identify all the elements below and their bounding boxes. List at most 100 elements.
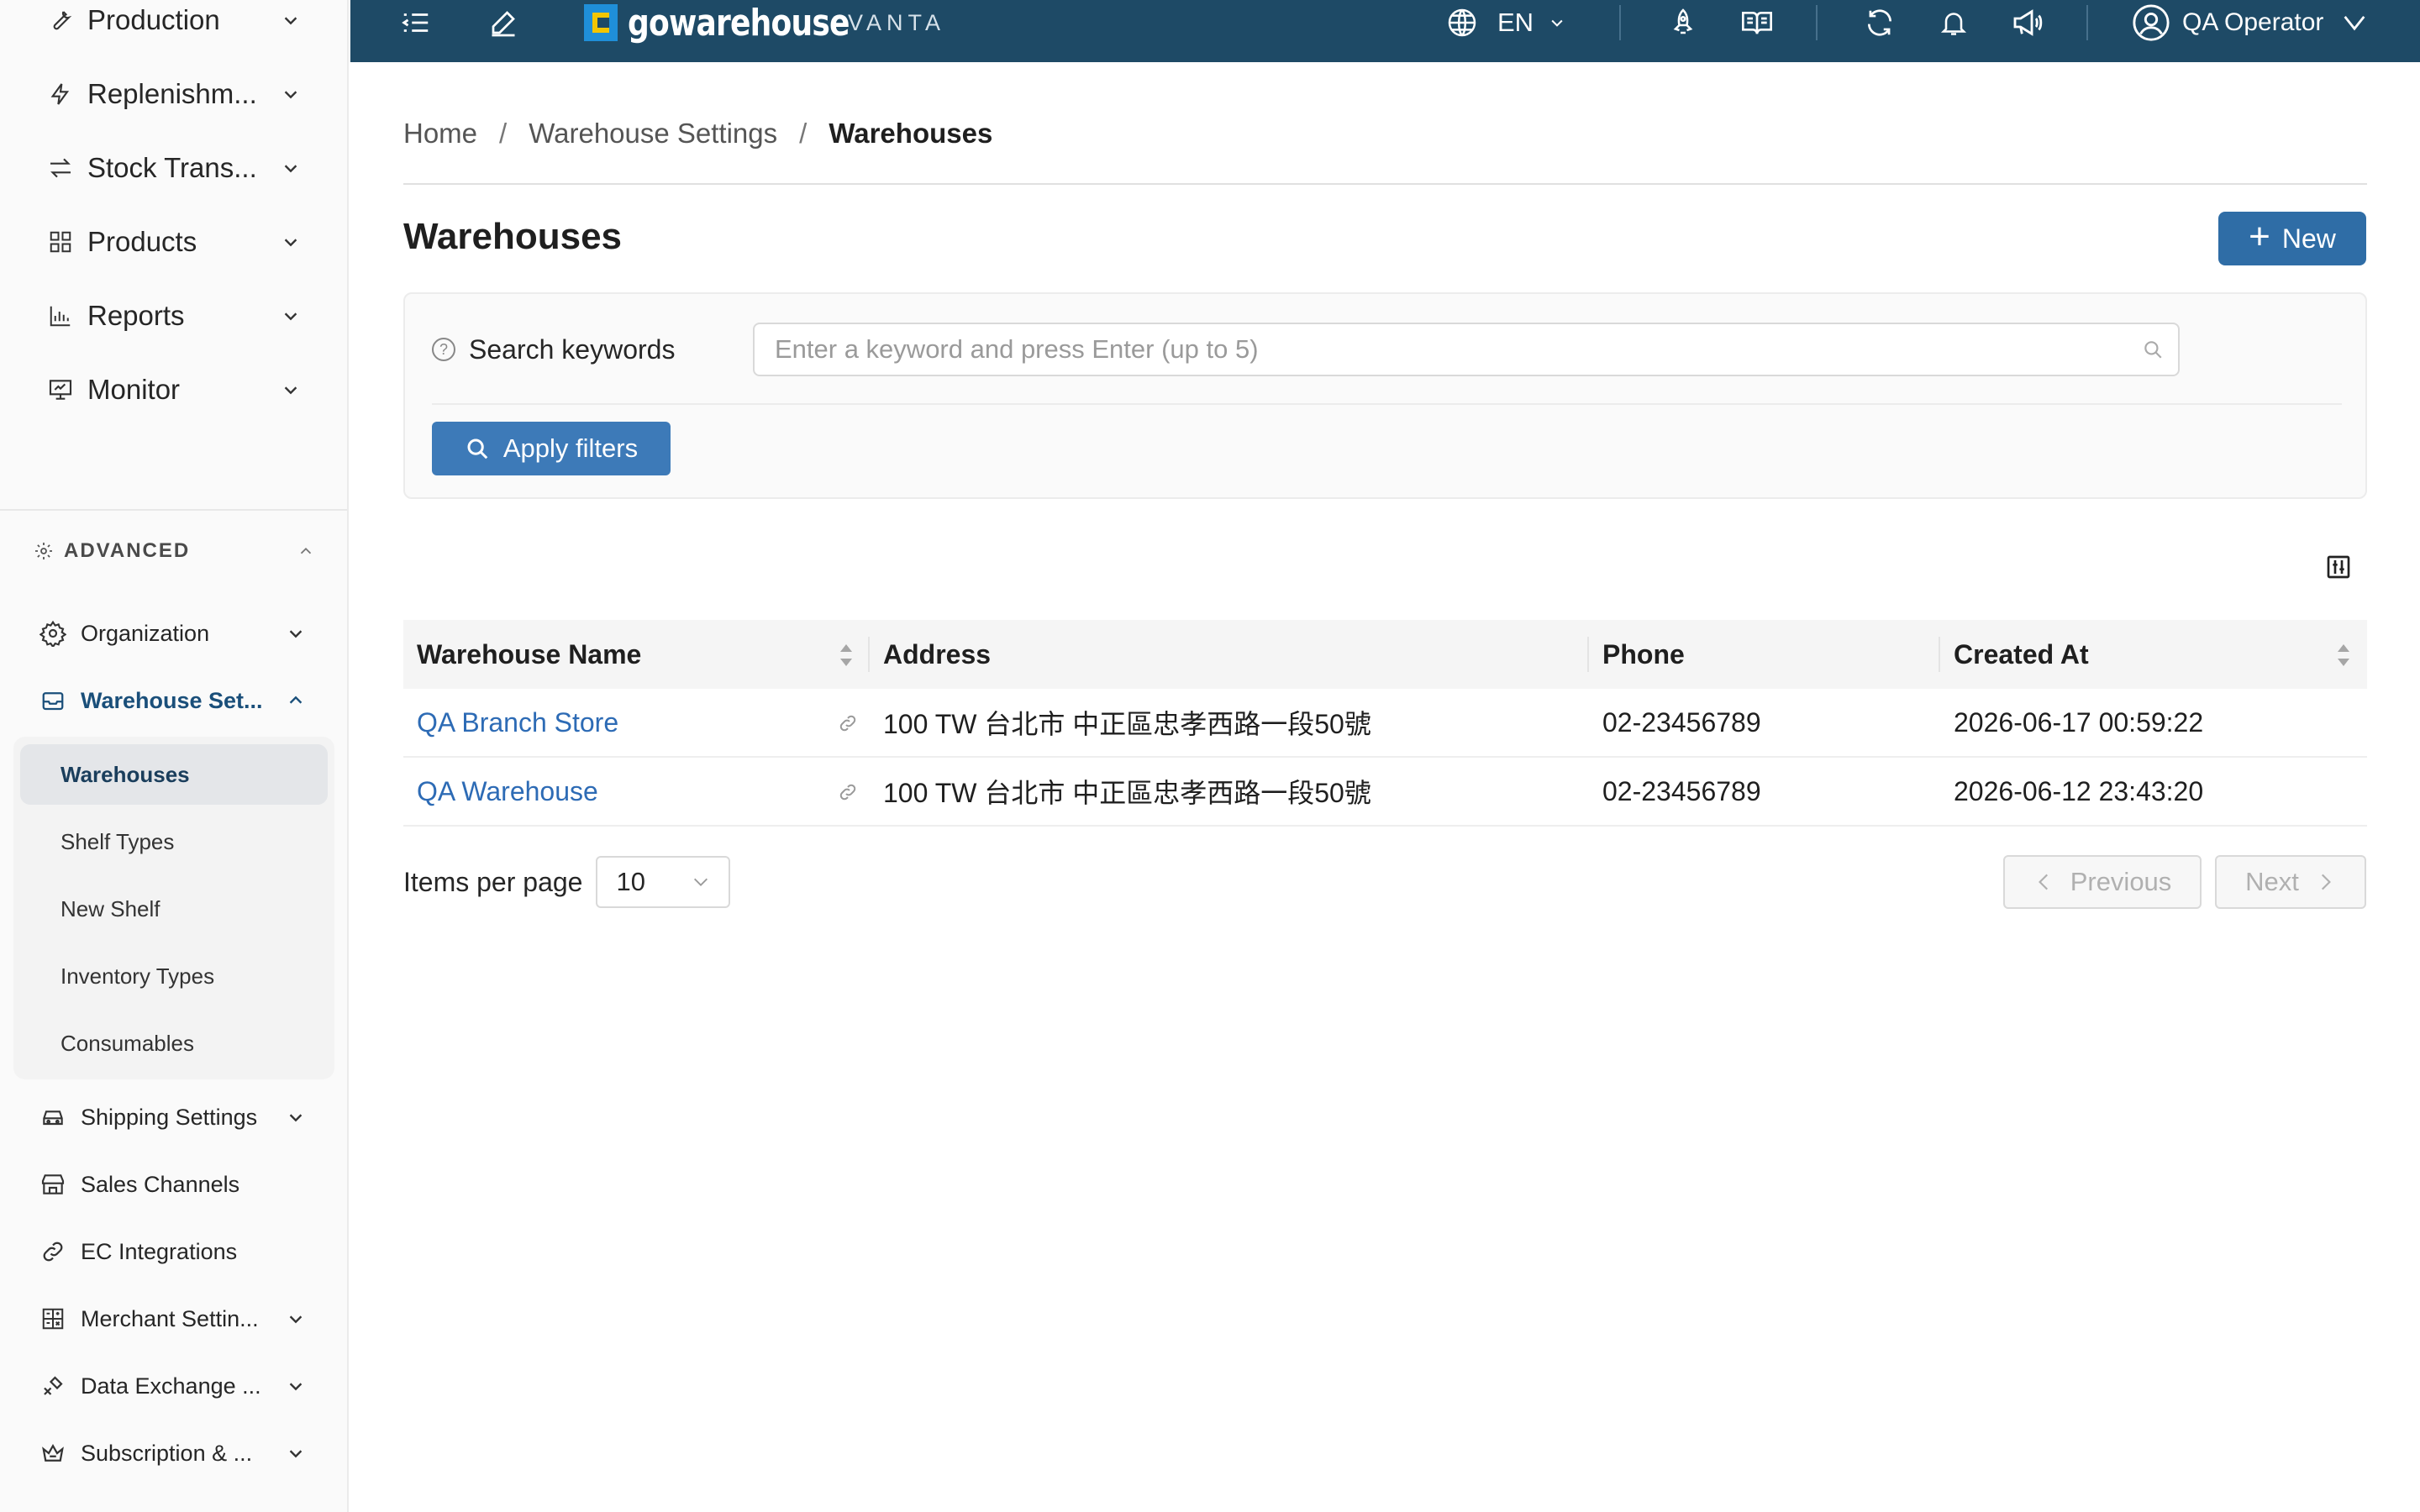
new-warehouse-button[interactable]: + New (2218, 212, 2366, 265)
link-icon (39, 1237, 67, 1266)
chevron-down-icon (279, 304, 302, 328)
user-name: QA Operator (2182, 8, 2324, 36)
transfer-icon (45, 153, 76, 183)
chevron-up-icon (294, 539, 318, 563)
announcement-icon[interactable] (2007, 0, 2048, 45)
sidebar-subitem-inventory-types[interactable]: Inventory Types (60, 951, 313, 1001)
edit-icon[interactable] (485, 0, 522, 45)
sidebar-item-reports[interactable]: Reports (45, 291, 302, 341)
chevron-up-icon (284, 689, 308, 712)
sidebar-item-label: Subscription & ... (81, 1440, 253, 1466)
sidebar-item-subscription[interactable]: Subscription & ... (39, 1430, 308, 1477)
search-icon[interactable] (2128, 324, 2178, 375)
rocket-icon[interactable] (1665, 0, 1702, 45)
bell-icon[interactable] (1935, 0, 1972, 45)
cell-phone: 02-23456789 (1602, 775, 1761, 806)
sidebar-subitem-shelf-types[interactable]: Shelf Types (60, 816, 313, 867)
apply-filters-button[interactable]: Apply filters (432, 422, 671, 475)
user-menu[interactable]: QA Operator (2132, 0, 2369, 45)
sidebar-subitem-new-shelf[interactable]: New Shelf (60, 884, 313, 934)
sidebar-item-label: Production (87, 4, 220, 35)
search-input[interactable] (755, 324, 2128, 375)
sort-icon[interactable] (838, 641, 855, 669)
chevron-down-icon (279, 378, 302, 402)
toolbar-separator (2086, 5, 2088, 40)
breadcrumb-current: Warehouses (829, 118, 993, 149)
app-logo[interactable]: gowarehouse VANTA (584, 0, 945, 45)
table-header: Warehouse Name Address Phone Created At (403, 620, 2367, 689)
sidebar-item-label: Merchant Settin... (81, 1305, 259, 1331)
sidebar-subitem-warehouses[interactable]: Warehouses (20, 744, 328, 805)
chevron-down-icon (284, 1441, 308, 1465)
previous-page-button[interactable]: Previous (2003, 855, 2202, 909)
warehouse-name-link[interactable]: QA Branch Store (417, 707, 618, 738)
next-label: Next (2245, 867, 2299, 896)
language-selector[interactable]: EN (1445, 0, 1565, 45)
refresh-icon[interactable] (1861, 0, 1898, 45)
sidebar-item-label: Reports (87, 300, 185, 331)
book-icon[interactable] (1737, 0, 1777, 45)
sidebar: Production Replenishm... Stock Trans... … (0, 0, 349, 1512)
sidebar-item-ec-integrations[interactable]: EC Integrations (39, 1228, 308, 1275)
apply-filters-label: Apply filters (502, 433, 639, 463)
sidebar-item-products[interactable]: Products (45, 217, 302, 267)
next-page-button[interactable]: Next (2215, 855, 2366, 909)
sidebar-item-label: Sales Channels (81, 1171, 240, 1197)
sidebar-item-shipping-settings[interactable]: Shipping Settings (39, 1094, 308, 1141)
link-icon[interactable] (838, 782, 858, 802)
sidebar-subitem-label: Consumables (60, 1030, 194, 1056)
chevron-down-icon (284, 1105, 308, 1129)
sidebar-item-production[interactable]: Production (45, 0, 302, 45)
page-size-control: Items per page 10 (403, 855, 731, 909)
column-header-label: Phone (1602, 638, 1685, 669)
chevron-down-icon (279, 82, 302, 106)
filter-panel: ? Search keywords Apply filters (403, 292, 2367, 499)
menu-fold-icon[interactable] (397, 0, 434, 45)
chevron-right-icon (2321, 874, 2331, 890)
sidebar-item-organization[interactable]: Organization (39, 610, 308, 657)
breadcrumb-warehouse-settings[interactable]: Warehouse Settings (529, 118, 777, 150)
header-divider (403, 183, 2367, 185)
cell-warehouse-name: QA Branch Store (403, 688, 870, 757)
table-row: QA Branch Store 100 TW 台北市 中正區忠孝西路一段50號 … (403, 689, 2367, 758)
page-size-select[interactable]: 10 (596, 856, 731, 908)
chevron-down-icon (279, 8, 302, 32)
sidebar-item-sales-channels[interactable]: Sales Channels (39, 1161, 308, 1208)
sidebar-item-replenishment[interactable]: Replenishm... (45, 69, 302, 119)
api-icon (39, 1372, 67, 1400)
sidebar-divider (0, 509, 347, 511)
logo-text: gowarehouse (628, 1, 850, 45)
sidebar-item-data-exchange[interactable]: Data Exchange ... (39, 1362, 308, 1410)
cell-created-at: 2026-06-17 00:59:22 (1954, 706, 2204, 738)
gear-icon (32, 539, 55, 563)
page-title: Warehouses (403, 216, 623, 257)
sort-icon[interactable] (2335, 641, 2352, 669)
warehouses-table: Warehouse Name Address Phone Created At … (403, 620, 2367, 827)
crown-icon (39, 1439, 67, 1467)
column-header-created-at[interactable]: Created At (1940, 620, 2367, 689)
link-icon[interactable] (838, 713, 858, 733)
sidebar-subitem-consumables[interactable]: Consumables (60, 1018, 313, 1068)
advanced-section-toggle[interactable]: ADVANCED (32, 533, 318, 570)
column-header-name[interactable]: Warehouse Name (403, 620, 870, 689)
breadcrumb-home[interactable]: Home (403, 118, 477, 150)
chevron-down-icon (1549, 14, 1565, 31)
chevron-down-icon (284, 622, 308, 645)
sidebar-item-monitor[interactable]: Monitor (45, 365, 302, 415)
breadcrumb: Home / Warehouse Settings / Warehouses (403, 118, 992, 150)
question-circle-icon[interactable]: ? (432, 338, 455, 361)
plus-icon: + (2249, 216, 2270, 257)
sidebar-item-label: Warehouse Set... (81, 687, 263, 713)
cell-phone: 02-23456789 (1602, 706, 1761, 738)
sidebar-item-merchant-settings[interactable]: Merchant Settin... (39, 1295, 308, 1342)
warehouse-name-link[interactable]: QA Warehouse (417, 776, 598, 807)
cell-address: 100 TW 台北市 中正區忠孝西路一段50號 (883, 709, 1371, 739)
sidebar-item-stock-transfer[interactable]: Stock Trans... (45, 143, 302, 193)
sidebar-item-warehouse-settings[interactable]: Warehouse Set... (39, 677, 308, 724)
sidebar-item-label: Products (87, 226, 197, 257)
breadcrumb-separator: / (499, 118, 508, 149)
column-settings-icon[interactable] (2324, 553, 2353, 581)
bolt-icon (45, 79, 76, 109)
sidebar-subitem-label: Warehouses (60, 761, 190, 787)
gear-icon (39, 619, 67, 648)
